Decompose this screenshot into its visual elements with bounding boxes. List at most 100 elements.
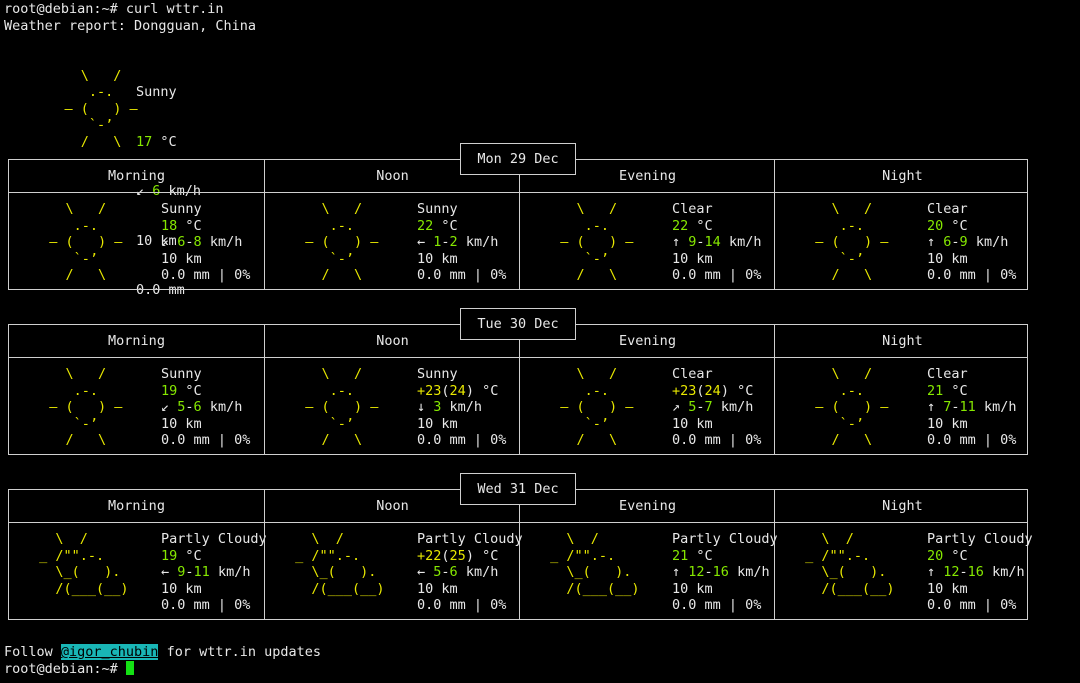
art-line — [797, 597, 903, 614]
sun-icon: \ / .-. ― ( ) ― `-’ / \ — [289, 201, 395, 284]
forecast-info: Clear +23(24) °C ↗ 5-7 km/h 10 km 0.0 mm | 0… — [672, 366, 761, 449]
forecast-column: Night \ / _ /"".-. \_( ). /(___(__) Part… — [774, 490, 1033, 619]
forecast-info: Partly Cloudy +22(25) °C ← 5-6 km/h 10 km 0.… — [417, 531, 523, 614]
art-line: \ / — [544, 201, 650, 217]
visibility: 10 km — [672, 250, 713, 267]
art-line: .-. — [544, 217, 650, 234]
wind-max: 6 — [449, 564, 458, 580]
wind-separator: - — [696, 234, 705, 250]
temperature: 21 °C — [927, 383, 1016, 400]
period-header: Morning — [108, 168, 165, 184]
art-line: `-’ — [33, 250, 139, 267]
forecast-column: Night \ / .-. ― ( ) ― `-’ / \ Clear 21 °C… — [774, 325, 1030, 454]
wind: ↓ 3 km/h — [417, 399, 506, 416]
forecast-info: Clear 21 °C ↑ 7-11 km/h 10 km 0.0 mm | 0% — [927, 366, 1016, 449]
art-line: .-. — [799, 382, 905, 399]
temp-value: 22 — [425, 547, 442, 564]
prompt-command: root@debian:~# curl wttr.in — [4, 1, 224, 17]
art-line: \ / — [289, 201, 395, 217]
temp-value: 20 — [927, 547, 944, 564]
wind-separator: - — [441, 564, 450, 580]
forecast-column: Evening \ / .-. ― ( ) ― `-’ / \ Clear +23… — [519, 325, 775, 454]
condition: Partly Cloudy — [161, 531, 267, 547]
temp-unit: °C — [177, 217, 202, 234]
precipitation: 0.0 mm | 0% — [417, 597, 507, 613]
temp-paren-open: ( — [696, 382, 705, 399]
condition: Clear — [927, 366, 968, 382]
current-temp-unit: °C — [152, 133, 177, 150]
temp-value: 22 — [672, 217, 689, 234]
temp-paren-close: ) — [720, 382, 729, 399]
temp-unit: °C — [177, 382, 202, 399]
art-line: /(___(__) — [797, 580, 903, 597]
wind: ↙ 6-8 km/h — [161, 234, 250, 251]
art-line: `-’ — [544, 415, 650, 432]
forecast-info: Partly Cloudy 19 °C ← 9-11 km/h 10 km 0.0 mm… — [161, 531, 267, 614]
forecast-info: Sunny 19 °C ↙ 5-6 km/h 10 km 0.0 mm | 0% — [161, 366, 250, 449]
art-line: .-. — [799, 217, 905, 234]
forecast-info: Partly Cloudy 20 °C ↑ 12-16 km/h 10 km 0.0 m… — [927, 531, 1033, 614]
forecast-column: Evening \ / _ /"".-. \_( ). /(___(__) Pa… — [519, 490, 778, 619]
visibility: 10 km — [417, 580, 458, 597]
wind-arrow-icon: ← — [161, 564, 178, 580]
art-line: _ /"".-. — [31, 547, 137, 564]
forecast-info: Sunny 18 °C ↙ 6-8 km/h 10 km 0.0 mm | 0% — [161, 201, 250, 284]
temp-value: 19 — [161, 382, 178, 399]
date-label: Wed 31 Dec — [460, 473, 576, 505]
temp-feels-like: 24 — [704, 382, 721, 399]
temp-unit: °C — [688, 217, 713, 234]
wind-max: 6 — [193, 399, 202, 415]
final-prompt-line[interactable]: root@debian:~# — [4, 661, 134, 678]
temperature: 20 °C — [927, 218, 1016, 235]
sun-icon: \ / .-. ― ( ) ― `-’ / \ — [33, 201, 139, 284]
art-line: .-. — [544, 382, 650, 399]
condition: Sunny — [417, 201, 458, 217]
visibility: 10 km — [161, 415, 202, 432]
art-line: _ /"".-. — [287, 547, 393, 564]
sun-icon: \ / .-. ― ( ) ― `-’ / \ — [33, 366, 139, 449]
condition: Clear — [672, 201, 713, 217]
wind-unit: km/h — [720, 234, 762, 250]
sun-icon: \ / .-. ― ( ) ― `-’ / \ — [799, 366, 905, 449]
wind-unit: km/h — [201, 399, 243, 415]
precipitation: 0.0 mm | 0% — [161, 267, 251, 283]
wind-max: 11 — [193, 564, 210, 580]
art-line: \ / — [544, 366, 650, 382]
condition: Clear — [672, 366, 713, 382]
wind-arrow-icon: ↑ — [927, 399, 944, 415]
art-line: / \ — [799, 432, 905, 448]
art-line: \ / — [797, 531, 903, 547]
art-line: / \ — [799, 267, 905, 283]
wind-max: 14 — [704, 234, 721, 250]
wind-unit: km/h — [983, 564, 1025, 580]
period-header: Morning — [108, 333, 165, 349]
temp-unit: °C — [943, 547, 968, 564]
current-condition: Sunny — [136, 84, 177, 100]
temp-value: 21 — [927, 382, 944, 399]
art-line: \_( ). — [542, 564, 648, 580]
wind-separator: - — [185, 564, 194, 580]
art-line: \_( ). — [287, 564, 393, 580]
twitter-handle-link[interactable]: @igor_chubin — [60, 644, 159, 660]
art-line: ― ( ) ― — [799, 399, 905, 415]
art-line: / \ — [544, 432, 650, 448]
art-line: / \ — [289, 267, 395, 283]
temp-unit: °C — [177, 547, 202, 564]
art-line: \_( ). — [31, 564, 137, 580]
art-line: ― ( ) ― — [799, 234, 905, 250]
partly-cloudy-icon: \ / _ /"".-. \_( ). /(___(__) — [31, 531, 137, 614]
sun-icon: \ / .-. ― ( ) ― `-’ / \ — [799, 201, 905, 284]
wind-arrow-icon: ↑ — [672, 564, 689, 580]
wind-arrow-icon: ← — [417, 234, 434, 250]
forecast-info: Sunny +23(24) °C ↓ 3 km/h 10 km 0.0 mm | 0% — [417, 366, 506, 449]
condition: Partly Cloudy — [927, 531, 1033, 547]
partly-cloudy-icon: \ / _ /"".-. \_( ). /(___(__) — [287, 531, 393, 614]
condition: Partly Cloudy — [672, 531, 778, 547]
sun-icon: \ / .-. ― ( ) ― `-’ / \ — [289, 366, 395, 449]
wind-min: 12 — [688, 564, 705, 580]
temp-plus: + — [672, 382, 681, 399]
wind-separator: - — [185, 399, 194, 415]
precipitation: 0.0 mm | 0% — [927, 432, 1017, 448]
art-line: `-’ — [544, 250, 650, 267]
forecast-info: Clear 22 °C ↑ 9-14 km/h 10 km 0.0 mm | 0% — [672, 201, 761, 284]
